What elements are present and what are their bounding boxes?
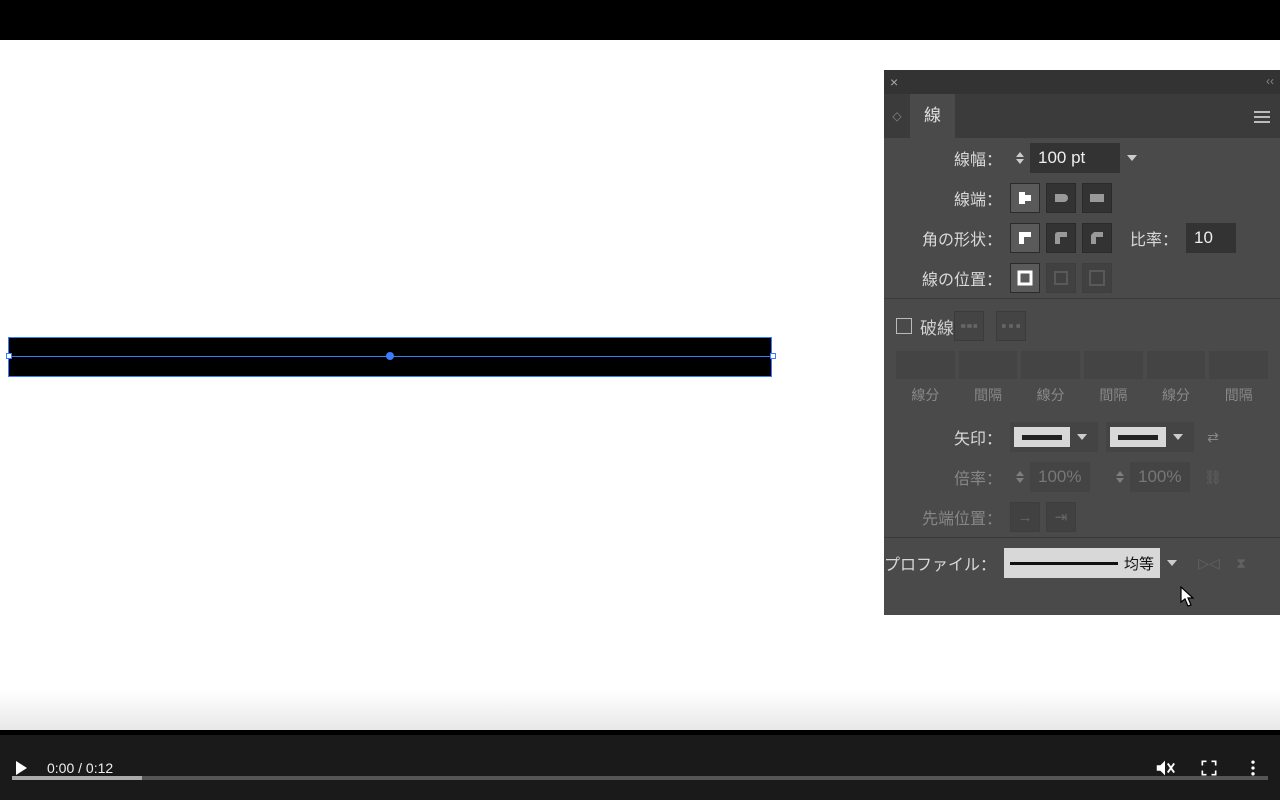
close-icon[interactable]: ×: [890, 74, 898, 90]
collapse-icon[interactable]: ‹‹: [1266, 74, 1274, 88]
scale-stepper-2: [1110, 463, 1130, 491]
scale-stepper-1: [1010, 463, 1030, 491]
link-scale-icon: ⛓: [1202, 466, 1224, 488]
corner-round-icon[interactable]: [1046, 223, 1076, 253]
dash-inputs: 線分 間隔 線分 間隔 線分 間隔: [896, 351, 1268, 405]
row-scale: 倍率： ⛓: [884, 457, 1280, 497]
panel-titlebar[interactable]: × ‹‹: [884, 70, 1280, 94]
profile-value: 均等: [1124, 553, 1154, 574]
buffered-bar: [12, 776, 142, 780]
window-top-bar: [0, 0, 1280, 40]
arrow-start-dropdown[interactable]: [1010, 422, 1098, 452]
tab-cycle-icon[interactable]: ◇: [884, 109, 910, 123]
weight-stepper[interactable]: [1010, 144, 1030, 172]
arrow-end-dropdown[interactable]: [1106, 422, 1194, 452]
row-profile: プロファイル： 均等 ▷◁ ⧗: [884, 537, 1280, 582]
profile-dropdown-arrow[interactable]: [1160, 548, 1184, 578]
align-outside-icon: [1082, 263, 1112, 293]
gap-input-1: [959, 351, 1018, 379]
cap-projecting-icon[interactable]: [1082, 183, 1112, 213]
dash-align-ends-icon: [996, 311, 1026, 341]
profile-preview-icon: [1010, 562, 1118, 565]
anchor-point-center[interactable]: [386, 352, 394, 360]
tip-extend-icon: →: [1010, 502, 1040, 532]
mouse-cursor-icon: [1180, 586, 1196, 608]
label-profile: プロファイル：: [884, 551, 1004, 575]
label-miter: 比率：: [1118, 226, 1186, 250]
time-display: 0:00 / 0:12: [47, 760, 113, 776]
dash-input-2: [1021, 351, 1080, 379]
scale-input-2: [1130, 462, 1190, 492]
video-control-bar: 0:00 / 0:12: [0, 735, 1280, 800]
panel-menu-icon[interactable]: [1254, 108, 1270, 126]
flip-vertical-icon: ⧗: [1230, 552, 1252, 574]
anchor-point-right[interactable]: [770, 353, 776, 359]
tip-place-icon: ⇥: [1046, 502, 1076, 532]
label-weight: 線幅：: [884, 146, 1010, 170]
corner-bevel-icon[interactable]: [1082, 223, 1112, 253]
label-arrows: 矢印：: [884, 425, 1010, 449]
canvas-fade: [0, 690, 1280, 730]
cap-butt-icon[interactable]: [1010, 183, 1040, 213]
row-corner: 角の形状： 比率：: [884, 218, 1280, 258]
label-cap: 線端：: [884, 186, 1010, 210]
anchor-point-left[interactable]: [6, 353, 12, 359]
weight-input[interactable]: [1030, 143, 1120, 173]
label-align: 線の位置：: [884, 266, 1010, 290]
play-button[interactable]: [16, 761, 27, 775]
dashed-checkbox[interactable]: [896, 318, 912, 334]
scale-input-1: [1030, 462, 1090, 492]
label-scale: 倍率：: [884, 465, 1010, 489]
dash-input-3: [1147, 351, 1206, 379]
row-tip: 先端位置： → ⇥: [884, 497, 1280, 537]
row-weight: 線幅：: [884, 138, 1280, 178]
label-dashed: 破線: [920, 314, 954, 339]
weight-dropdown[interactable]: [1120, 143, 1144, 173]
row-cap: 線端：: [884, 178, 1280, 218]
progress-track[interactable]: [12, 776, 1268, 780]
dashed-section: 破線 線分 間隔 線分 間隔 線分 間隔: [884, 298, 1280, 417]
swap-arrows-icon[interactable]: ⇄: [1202, 426, 1224, 448]
dash-input-1: [896, 351, 955, 379]
gap-input-3: [1209, 351, 1268, 379]
panel-tab-bar: ◇ 線: [884, 94, 1280, 138]
flip-horizontal-icon: ▷◁: [1198, 552, 1220, 574]
cap-round-icon[interactable]: [1046, 183, 1076, 213]
miter-input[interactable]: [1186, 223, 1236, 253]
tab-stroke[interactable]: 線: [910, 94, 955, 138]
align-center-icon[interactable]: [1010, 263, 1040, 293]
label-tip: 先端位置：: [884, 505, 1010, 529]
align-inside-icon: [1046, 263, 1076, 293]
label-corner: 角の形状：: [884, 226, 1010, 250]
row-arrows: 矢印： ⇄: [884, 417, 1280, 457]
stroke-panel: × ‹‹ ◇ 線 線幅： 線端： 角の形状： 比率： 線の位置： 破線: [884, 70, 1280, 615]
dash-preserve-exact-icon: [954, 311, 984, 341]
profile-dropdown[interactable]: 均等: [1004, 548, 1160, 578]
gap-input-2: [1084, 351, 1143, 379]
row-align: 線の位置：: [884, 258, 1280, 298]
corner-miter-icon[interactable]: [1010, 223, 1040, 253]
